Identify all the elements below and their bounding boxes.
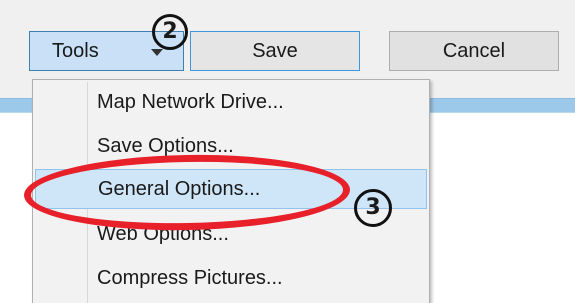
menu-item-label: Map Network Drive...: [97, 90, 284, 113]
step-3-callout: 3: [354, 189, 392, 227]
step-3-number: 3: [365, 195, 381, 220]
menu-item-save-options[interactable]: Save Options...: [35, 126, 427, 166]
dropdown-arrow-icon[interactable]: [151, 49, 163, 56]
cancel-button-label: Cancel: [442, 39, 506, 62]
menu-item-label: Compress Pictures...: [97, 266, 283, 289]
menu-item-label: General Options...: [98, 177, 261, 200]
save-button-label: Save: [252, 39, 298, 62]
menu-item-label: Save Options...: [97, 134, 234, 157]
step-2-number: 2: [162, 19, 178, 44]
save-button[interactable]: Save: [190, 31, 360, 71]
tools-button-label: Tools: [52, 39, 99, 62]
step-2-callout: 2: [152, 14, 188, 50]
cancel-button[interactable]: Cancel: [389, 31, 559, 71]
menu-item-map-network-drive[interactable]: Map Network Drive...: [35, 82, 427, 122]
menu-item-label: Web Options...: [97, 222, 229, 245]
menu-item-compress-pictures[interactable]: Compress Pictures...: [35, 258, 427, 298]
